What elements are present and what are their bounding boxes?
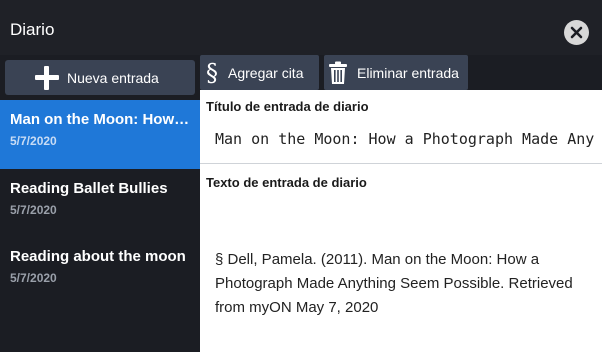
entry-title: Reading about the moon	[10, 248, 186, 265]
title-field-label: Título de entrada de diario	[206, 99, 369, 114]
entry-title-input[interactable]: Man on the Moon: How a Photograph Made A…	[215, 130, 595, 148]
close-icon	[570, 26, 583, 39]
delete-entry-button[interactable]: Eliminar entrada	[324, 55, 468, 90]
entry-item[interactable]: Reading about the moon 5/7/2020	[0, 237, 200, 306]
entry-item[interactable]: Man on the Moon: How a Photograph Made A…	[0, 100, 200, 169]
add-citation-label: Agregar cita	[228, 64, 304, 81]
entry-body-textarea[interactable]: § Dell, Pamela. (2011). Man on the Moon:…	[215, 248, 590, 320]
plus-icon	[35, 65, 59, 90]
editor-toolbar: § Agregar cita Eliminar entrada	[200, 55, 602, 90]
body-field-label: Texto de entrada de diario	[206, 175, 367, 190]
entry-date: 5/7/2020	[10, 271, 57, 285]
entry-date: 5/7/2020	[10, 134, 57, 148]
entry-item[interactable]: Reading Ballet Bullies 5/7/2020	[0, 169, 200, 238]
entry-title: Reading Ballet Bullies	[10, 180, 168, 197]
entry-title: Man on the Moon: How a Photograph Made A…	[10, 111, 190, 128]
entries-sidebar: Nueva entrada Man on the Moon: How a Pho…	[0, 55, 200, 352]
trash-icon	[329, 61, 347, 84]
new-entry-button[interactable]: Nueva entrada	[5, 60, 195, 95]
new-entry-label: Nueva entrada	[67, 69, 159, 86]
entry-editor: Título de entrada de diario Man on the M…	[200, 90, 602, 352]
entry-date: 5/7/2020	[10, 203, 57, 217]
window-title: Diario	[10, 20, 55, 39]
add-citation-button[interactable]: § Agregar cita	[200, 55, 319, 90]
divider	[200, 163, 602, 164]
delete-entry-label: Eliminar entrada	[357, 64, 459, 81]
title-bar: Diario	[0, 0, 602, 55]
close-button[interactable]	[564, 20, 589, 45]
section-sign-icon: §	[206, 58, 218, 87]
